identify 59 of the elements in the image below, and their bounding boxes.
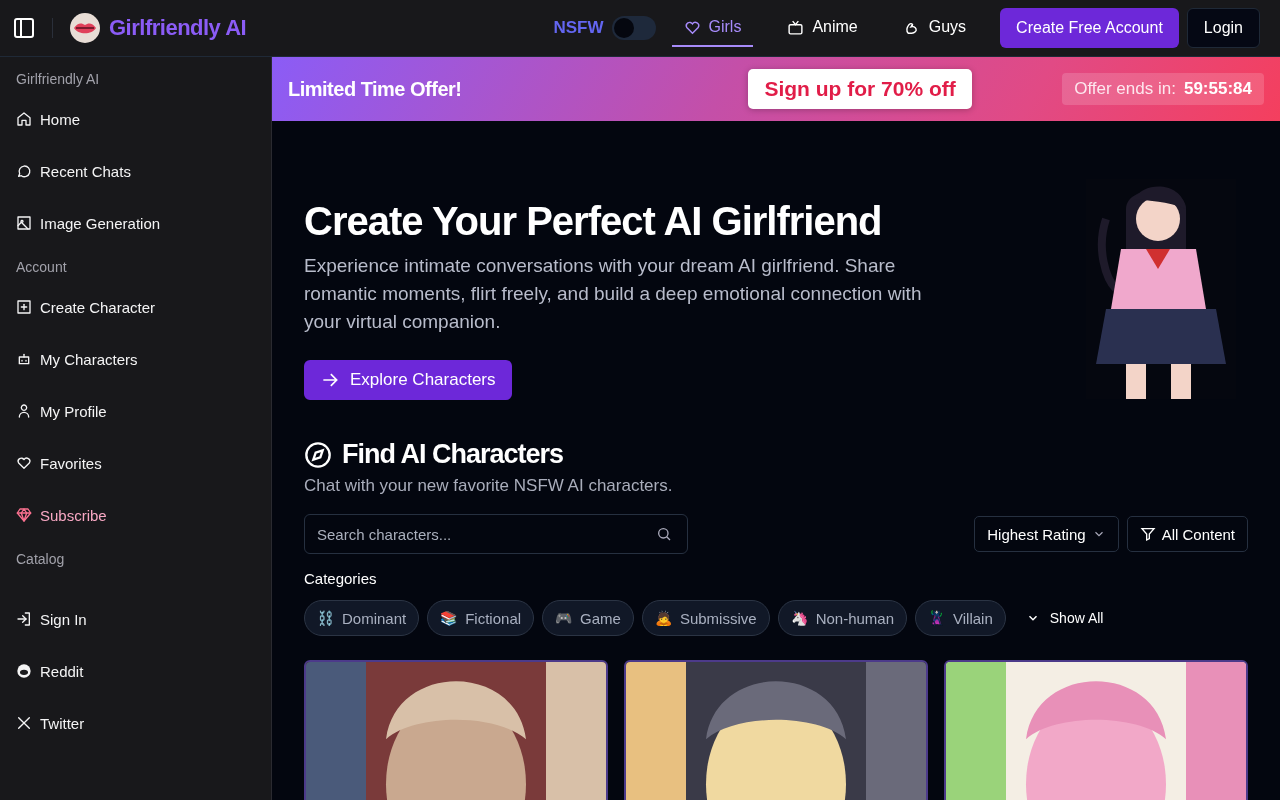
sidebar-section-title: Account <box>15 258 68 277</box>
category-chip[interactable]: 🦹 Villain <box>915 600 1006 636</box>
category-chip[interactable]: 🦄 Non-human <box>777 600 907 636</box>
sidebar-section-title: Catalog <box>15 550 66 569</box>
reddit-icon <box>16 663 32 679</box>
create-account-button[interactable]: Create Free Account <box>1000 8 1179 48</box>
sidebar-item[interactable]: My Profile <box>8 385 263 437</box>
sign-in-icon <box>16 611 32 627</box>
sidebar-toggle-icon[interactable] <box>12 16 36 40</box>
image-icon <box>16 215 32 231</box>
sort-dropdown[interactable]: Highest Rating <box>974 516 1119 552</box>
category-chip[interactable]: ⛓ Dominant <box>304 600 420 636</box>
nsfw-label: NSFW <box>553 18 604 38</box>
robot-icon <box>16 351 32 367</box>
nav-tab[interactable]: Girls <box>671 9 754 47</box>
category-chip[interactable]: 🎮 Game <box>542 600 634 636</box>
nav-tab[interactable]: Anime <box>775 9 870 47</box>
countdown-time: 59:55:84 <box>1183 79 1252 99</box>
compass-icon <box>304 440 332 469</box>
sidebar-item[interactable]: Reddit <box>8 645 263 697</box>
logo-icon <box>69 12 101 44</box>
sidebar-item[interactable]: Recent Chats <box>8 145 263 197</box>
content-filter-button[interactable]: All Content <box>1126 516 1248 552</box>
sidebar-item[interactable]: Create Character <box>8 281 263 333</box>
countdown-label: Offer ends in: <box>1074 79 1176 99</box>
section-title: Find AI Characters <box>342 439 564 470</box>
offer-title: Limited Time Offer! <box>288 77 463 101</box>
sidebar-item[interactable]: Favorites <box>8 437 263 489</box>
tv-icon <box>787 18 805 36</box>
sidebar-item[interactable]: My Characters <box>8 333 263 385</box>
home-icon <box>16 111 32 127</box>
sidebar-item[interactable]: Subscribe <box>8 489 263 541</box>
sidebar-item[interactable]: Home <box>8 93 263 145</box>
nsfw-switch[interactable] <box>611 16 656 40</box>
heart-icon <box>16 455 32 471</box>
sidebar-item[interactable]: Image Generation <box>8 197 263 249</box>
sidebar-item[interactable]: Twitter <box>8 697 263 749</box>
sidebar-item[interactable]: Sign In <box>8 593 263 645</box>
diamond-icon <box>16 507 32 523</box>
category-chip[interactable]: 📚 Fictional <box>427 600 535 636</box>
brand-name[interactable]: Girlfriendly AI <box>109 15 247 41</box>
hero-title: Create Your Perfect AI Girlfriend <box>304 198 883 244</box>
user-icon <box>16 403 32 419</box>
categories-label: Categories <box>304 570 378 587</box>
explore-button[interactable]: Explore Characters <box>304 359 512 400</box>
hero-text: Experience intimate conversations with your dream AI girlfriend. Share romantic moments, flirt freely, and build a deep emotional connection with your virtual companion. <box>304 253 923 334</box>
x-icon <box>16 715 32 731</box>
signup-offer-button[interactable]: Sign up for 70% off <box>748 69 972 109</box>
nav-tab[interactable]: Guys <box>891 9 979 47</box>
sidebar-section-title: Girlfriendly AI <box>15 70 101 89</box>
plus-square-icon <box>16 299 32 315</box>
search-field[interactable]: Search characters... <box>304 514 688 554</box>
login-button[interactable]: Login <box>1186 8 1260 48</box>
search-icon[interactable] <box>656 526 672 542</box>
chat-bubble-icon <box>16 163 32 179</box>
category-chip[interactable]: 🙇 Submissive <box>641 600 770 636</box>
show-all-button[interactable]: Show All <box>1013 600 1116 636</box>
section-subtitle: Chat with your new favorite NSFW AI characters. <box>304 476 674 496</box>
filter-icon <box>1139 526 1156 542</box>
